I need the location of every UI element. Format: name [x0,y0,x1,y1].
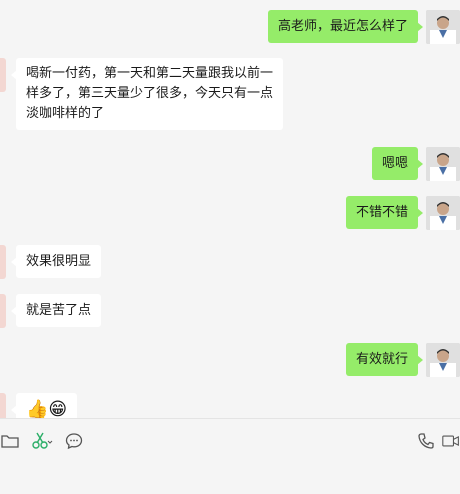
message-text: 嗯嗯 [381,156,408,171]
phone-icon[interactable] [416,431,436,451]
message-text: 不错不错 [355,205,408,220]
message-text-line: 样多了，第三天量少了很多，今天只有一点 [26,86,274,101]
patient-avatar[interactable] [0,294,6,328]
message-text: 效果很明显 [26,254,92,269]
outgoing-message-bubble[interactable]: 嗯嗯 [371,147,424,180]
outgoing-message-bubble[interactable]: 不错不错 [345,196,424,229]
message-text: 高老师，最近怎么样了 [277,19,408,34]
outgoing-message-bubble[interactable]: 高老师，最近怎么样了 [267,10,424,43]
incoming-message-bubble[interactable]: 效果很明显 [10,245,102,278]
scissors-icon[interactable] [30,431,54,451]
message-text-line: 淡咖啡样的了 [26,106,105,121]
doctor-avatar[interactable] [426,147,460,181]
incoming-message-bubble[interactable]: 就是苦了点 [10,294,102,327]
message-text: 有效就行 [355,352,408,367]
doctor-avatar[interactable] [426,10,460,44]
chat-history-icon[interactable] [64,431,84,451]
emoji-thumbs-up-grin: 👍😁 [26,399,68,418]
incoming-message-bubble[interactable]: 喝新一付药，第一天和第二天量跟我以前一 样多了，第三天量少了很多，今天只有一点 … [10,58,284,130]
folder-icon[interactable] [0,431,20,451]
patient-avatar[interactable] [0,245,6,279]
message-text: 就是苦了点 [26,303,92,318]
patient-avatar[interactable] [0,58,6,92]
patient-avatar[interactable] [0,393,6,418]
video-call-icon[interactable] [442,431,460,451]
doctor-avatar[interactable] [426,196,460,230]
chat-message-area[interactable]: 高老师，最近怎么样了 喝新一付药，第一天和第二天量跟我以前一 样多了，第三天量少… [0,0,460,418]
incoming-emoji-bubble[interactable]: 👍😁 [10,393,78,418]
message-text-line: 喝新一付药，第一天和第二天量跟我以前一 [26,66,274,81]
doctor-avatar[interactable] [426,343,460,377]
input-toolbar [0,418,460,494]
outgoing-message-bubble[interactable]: 有效就行 [345,343,424,376]
